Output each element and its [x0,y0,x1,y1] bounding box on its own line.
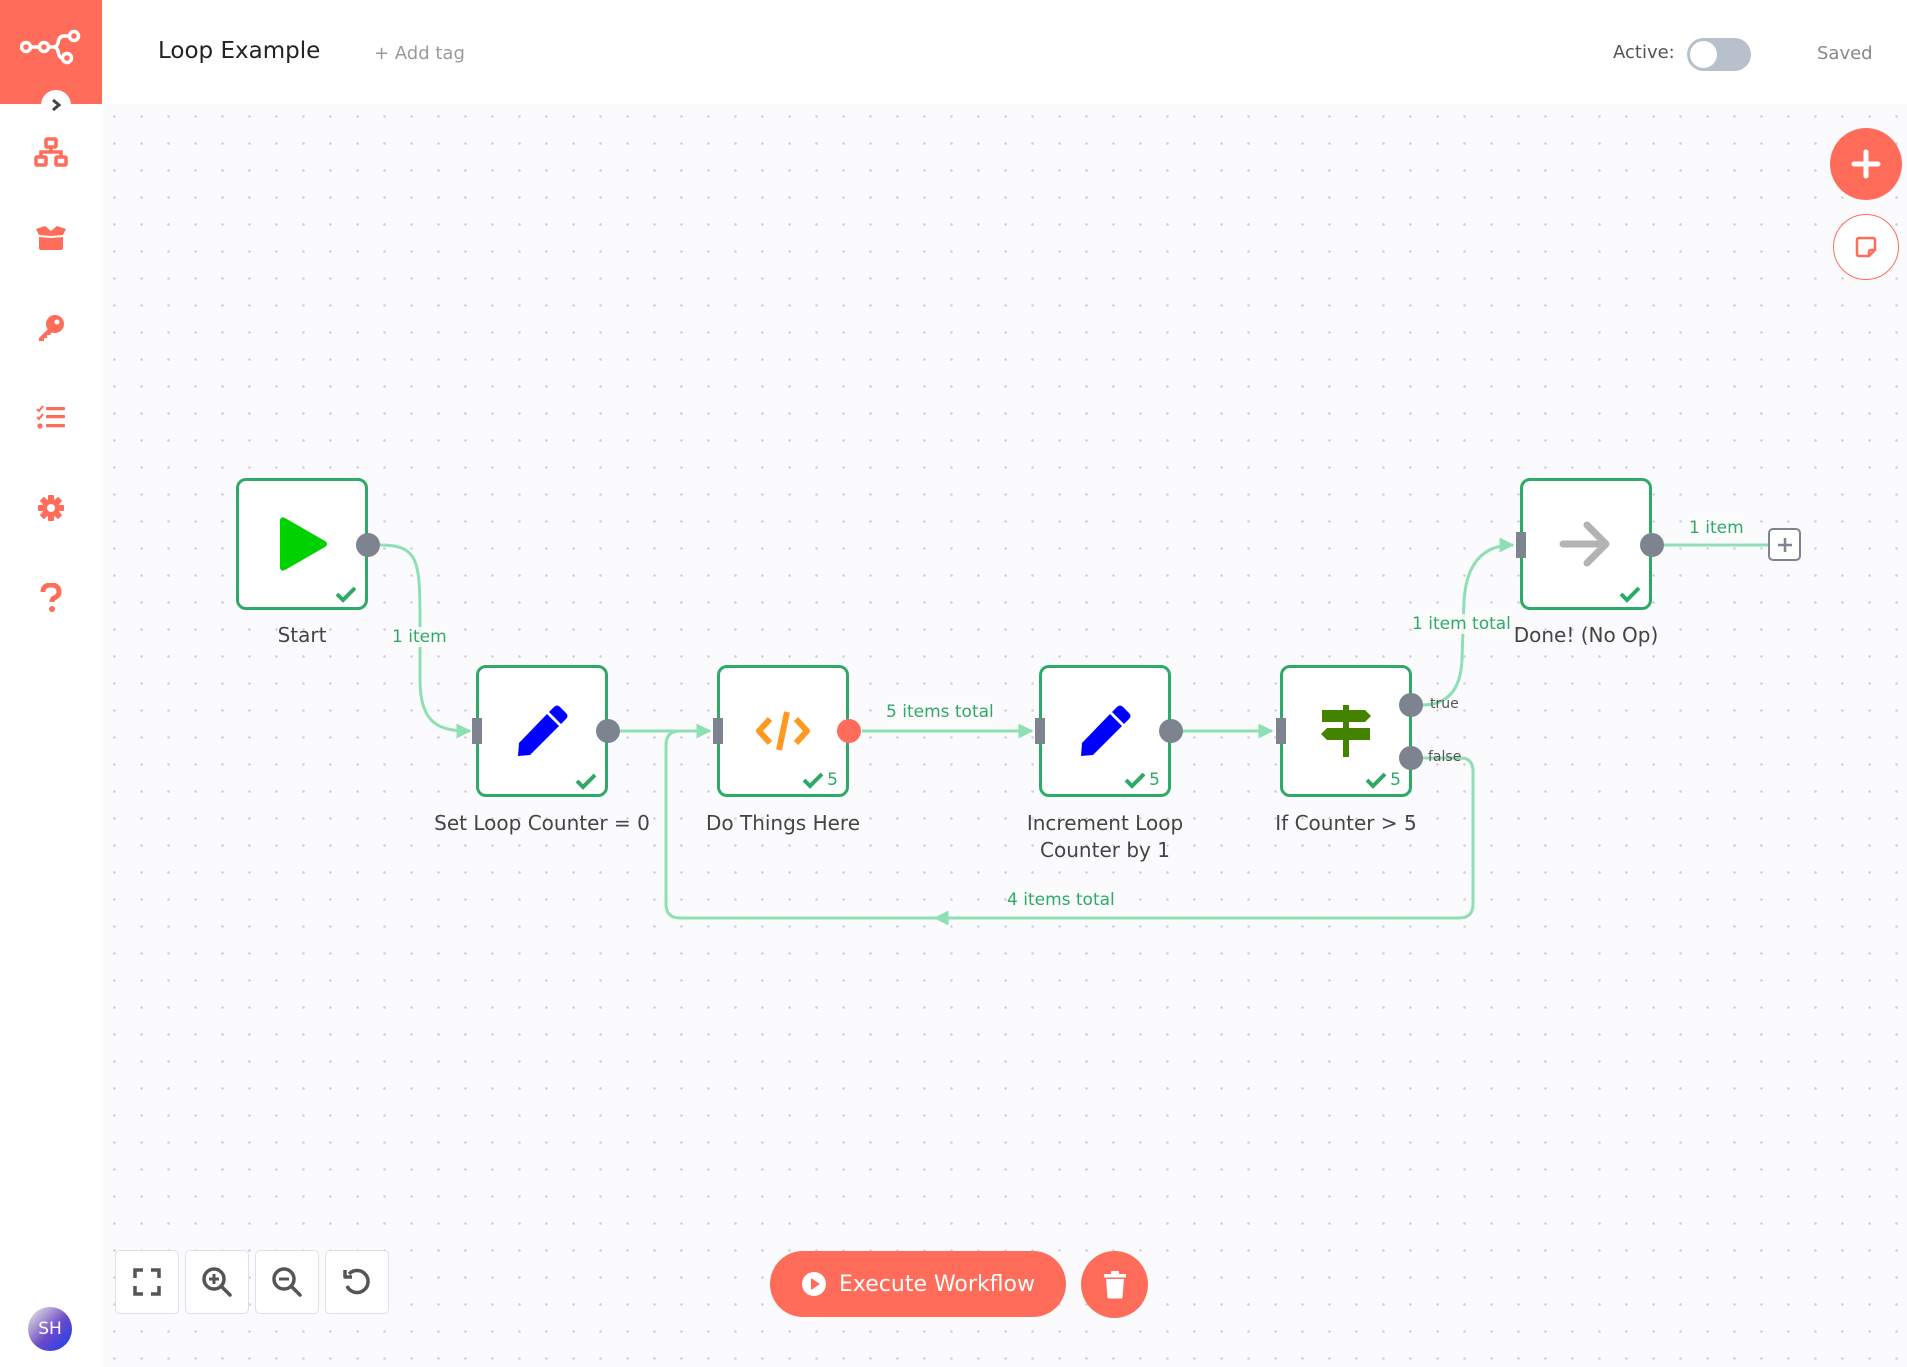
node-done-no-op[interactable] [1520,478,1652,610]
sidebar: SH [0,0,102,1367]
input-port-set[interactable] [472,718,482,744]
zoom-out-icon [272,1267,302,1297]
arrow-right-icon [1559,521,1610,567]
node-success-status: 5 [1365,770,1401,790]
node-success-status [575,772,597,790]
node-label-line1: Increment Loop [1026,811,1184,835]
key-icon [39,315,64,341]
user-avatar[interactable]: SH [28,1307,72,1351]
run-count: 5 [1390,770,1401,790]
zoom-in-button[interactable] [185,1250,249,1314]
sidebar-item-help[interactable] [26,573,76,623]
output-port-do-things[interactable] [837,719,861,743]
workflow-canvas[interactable] [102,104,1907,1367]
sticky-note-icon [1855,236,1877,258]
play-circle-icon [802,1272,826,1296]
output-port-if-false[interactable] [1399,746,1423,770]
node-success-status: 5 [1124,770,1160,790]
port-label-false: false [1428,749,1462,765]
edge-label-true: 1 item total [1412,614,1511,634]
node-label: Set Loop Counter = 0 [434,811,650,835]
node-if-counter[interactable]: 5 [1280,665,1412,797]
workflow-title[interactable]: Loop Example [158,38,320,64]
active-toggle[interactable] [1687,38,1751,71]
zoom-out-button[interactable] [255,1250,319,1314]
cog-icon [38,495,64,521]
play-icon [280,517,327,571]
signpost-icon [1321,705,1371,757]
sidebar-item-templates[interactable] [26,213,76,263]
output-port-if-true[interactable] [1399,693,1423,717]
edge-label-start: 1 item [392,627,447,647]
edge-label-done: 1 item [1689,518,1744,538]
execute-label: Execute Workflow [839,1271,1035,1297]
sidebar-item-credentials[interactable] [26,303,76,353]
save-status: Saved [1817,43,1873,64]
clear-execution-button[interactable] [1081,1251,1148,1318]
fullscreen-icon [133,1268,161,1296]
node-label: Increment Loop Counter by 1 [985,810,1225,864]
n8n-editor: SH Loop Example + Add tag Active: Saved … [0,0,1907,1367]
chevron-right-icon [52,98,62,112]
output-port-increment[interactable] [1159,719,1183,743]
zoom-to-fit-button[interactable] [115,1250,179,1314]
node-set-loop-counter[interactable] [476,665,608,797]
plus-icon [1851,149,1881,179]
output-port-done[interactable] [1640,533,1664,557]
node-increment-loop-counter[interactable]: 5 [1039,665,1171,797]
check-icon [335,586,357,603]
check-icon [802,772,824,789]
add-sticky-note-button[interactable] [1833,214,1899,280]
plus-icon [1777,537,1792,552]
tasks-icon [36,405,65,429]
check-icon [575,773,597,790]
node-success-status [335,585,357,603]
input-port-done[interactable] [1516,532,1526,558]
sidebar-item-executions[interactable] [26,393,76,443]
header: Loop Example + Add tag Active: Saved [102,0,1907,104]
run-count: 5 [1149,770,1160,790]
add-next-node-button[interactable] [1768,528,1801,561]
add-tag-button[interactable]: + Add tag [374,43,465,64]
network-icon [34,137,68,167]
pen-icon [518,705,568,756]
question-icon [40,583,62,612]
n8n-logo[interactable] [0,0,102,104]
edge-label-loop: 4 items total [1007,890,1115,910]
input-port-increment[interactable] [1035,718,1045,744]
code-icon [756,711,810,751]
active-label: Active: [1613,42,1675,63]
edge-label-do-things: 5 items total [886,702,994,722]
box-open-icon [36,226,66,250]
sidebar-item-settings[interactable] [26,483,76,533]
expand-sidebar-button[interactable] [41,90,71,120]
port-label-true: true [1430,696,1459,712]
execute-workflow-button[interactable]: Execute Workflow [770,1251,1066,1317]
node-label: Do Things Here [705,811,861,835]
output-port-start[interactable] [356,533,380,557]
node-label: Start [277,623,327,647]
output-port-set[interactable] [596,719,620,743]
node-do-things-here[interactable]: 5 [717,665,849,797]
check-icon [1365,772,1387,789]
input-port-if[interactable] [1276,718,1286,744]
node-label-line2: Counter by 1 [1040,838,1170,862]
zoom-in-icon [202,1267,232,1297]
reset-zoom-button[interactable] [325,1250,389,1314]
undo-icon [343,1268,370,1295]
check-icon [1124,772,1146,789]
node-success-status [1619,585,1641,603]
input-port-do-things[interactable] [713,718,723,744]
pen-icon [1081,705,1131,756]
node-label: If Counter > 5 [1275,811,1417,835]
user-initials: SH [38,1319,62,1339]
node-start[interactable] [236,478,368,610]
run-count: 5 [827,770,838,790]
node-success-status: 5 [802,770,838,790]
trash-icon [1103,1270,1126,1298]
check-icon [1619,586,1641,603]
n8n-logo-icon [20,29,81,65]
sidebar-item-workflows[interactable] [26,127,76,177]
add-node-button[interactable] [1830,128,1902,200]
